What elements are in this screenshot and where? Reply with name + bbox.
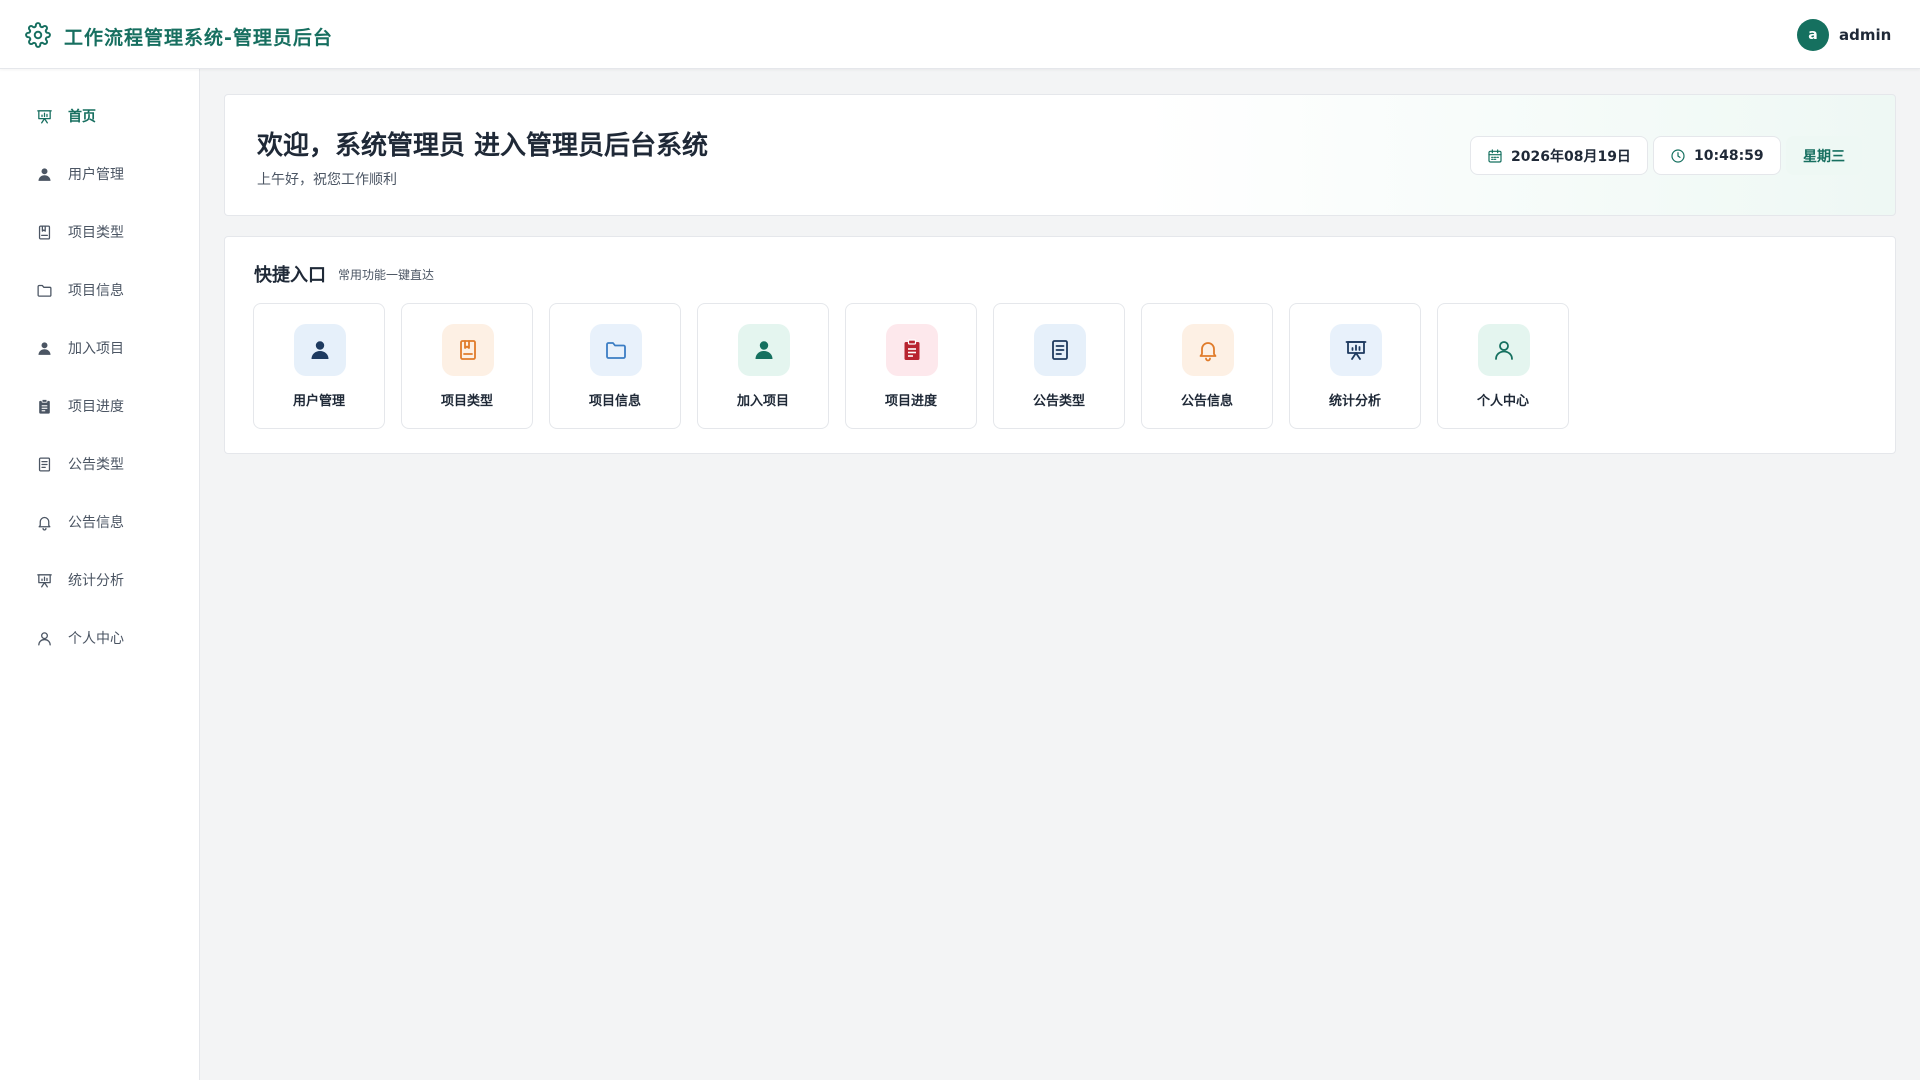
quick-card-5[interactable]: 公告类型	[993, 303, 1125, 429]
sidebar: 首页用户管理项目类型项目信息加入项目项目进度公告类型公告信息统计分析个人中心	[0, 69, 200, 1080]
clipboard-icon	[886, 324, 938, 376]
sidebar-item-4[interactable]: 加入项目	[0, 328, 200, 368]
sidebar-item-label: 加入项目	[68, 341, 124, 357]
quick-card-1[interactable]: 项目类型	[401, 303, 533, 429]
chart-board-icon	[1330, 324, 1382, 376]
welcome-card: 欢迎，系统管理员 进入管理员后台系统 上午好，祝您工作顺利 2026年08月19…	[224, 94, 1896, 216]
sidebar-item-label: 公告类型	[68, 457, 124, 473]
user-icon	[294, 324, 346, 376]
quick-card-label: 用户管理	[292, 394, 345, 409]
quick-card-3[interactable]: 加入项目	[697, 303, 829, 429]
sidebar-item-0[interactable]: 首页	[0, 96, 200, 136]
quick-card-label: 项目信息	[588, 394, 641, 409]
sidebar-item-6[interactable]: 公告类型	[0, 444, 200, 484]
user-icon	[35, 165, 53, 183]
quick-card-label: 公告信息	[1180, 394, 1233, 409]
quick-entry-subtitle: 常用功能一键直达	[338, 268, 435, 282]
chart-board-icon	[35, 571, 53, 589]
quick-card-label: 个人中心	[1476, 394, 1529, 409]
avatar[interactable]: a	[1797, 19, 1829, 51]
sidebar-item-5[interactable]: 项目进度	[0, 386, 200, 426]
app-title: 工作流程管理系统-管理员后台	[64, 27, 333, 49]
quick-card-label: 项目进度	[884, 394, 937, 409]
quick-card-6[interactable]: 公告信息	[1141, 303, 1273, 429]
quick-card-label: 项目类型	[440, 394, 493, 409]
calendar-icon	[1488, 148, 1502, 163]
time-badge: 10:48:59	[1653, 136, 1781, 175]
book-icon	[35, 223, 53, 241]
quick-card-label: 公告类型	[1032, 394, 1085, 409]
quick-card-4[interactable]: 项目进度	[845, 303, 977, 429]
document-icon	[1034, 324, 1086, 376]
quick-entry-panel: 快捷入口 常用功能一键直达 用户管理 项目类型 项目信息 加入项目 项目进度 公告类型 公告…	[224, 236, 1896, 454]
sidebar-item-label: 用户管理	[68, 167, 124, 183]
clock-icon	[1671, 148, 1685, 163]
bell-icon	[35, 513, 53, 531]
document-icon	[35, 455, 53, 473]
sidebar-item-3[interactable]: 项目信息	[0, 270, 200, 310]
folder-icon	[590, 324, 642, 376]
time-text: 10:48:59	[1694, 147, 1764, 164]
welcome-title: 欢迎，系统管理员 进入管理员后台系统	[257, 131, 709, 161]
sidebar-item-label: 项目类型	[68, 225, 124, 241]
bell-icon	[1182, 324, 1234, 376]
sidebar-item-9[interactable]: 个人中心	[0, 618, 200, 658]
quick-card-0[interactable]: 用户管理	[253, 303, 385, 429]
chart-board-icon	[35, 107, 53, 125]
sidebar-item-label: 项目信息	[68, 283, 124, 299]
user-icon	[35, 339, 53, 357]
quick-card-2[interactable]: 项目信息	[549, 303, 681, 429]
sidebar-item-label: 统计分析	[68, 573, 124, 589]
sidebar-item-8[interactable]: 统计分析	[0, 560, 200, 600]
quick-card-7[interactable]: 统计分析	[1289, 303, 1421, 429]
sidebar-item-label: 公告信息	[68, 515, 124, 531]
clipboard-icon	[35, 397, 53, 415]
gear-icon[interactable]	[25, 22, 51, 48]
folder-icon	[35, 281, 53, 299]
quick-card-label: 统计分析	[1328, 394, 1381, 409]
quick-entry-title: 快捷入口	[254, 265, 326, 286]
date-badge: 2026年08月19日	[1470, 136, 1648, 175]
quick-card-label: 加入项目	[736, 394, 789, 409]
user-icon	[738, 324, 790, 376]
sidebar-item-7[interactable]: 公告信息	[0, 502, 200, 542]
username[interactable]: admin	[1839, 26, 1891, 44]
quick-card-8[interactable]: 个人中心	[1437, 303, 1569, 429]
date-text: 2026年08月19日	[1511, 148, 1631, 165]
welcome-subtitle: 上午好，祝您工作顺利	[257, 172, 397, 188]
user-outline-icon	[1478, 324, 1530, 376]
sidebar-item-label: 项目进度	[68, 399, 124, 415]
sidebar-item-1[interactable]: 用户管理	[0, 154, 200, 194]
sidebar-item-2[interactable]: 项目类型	[0, 212, 200, 252]
sidebar-item-label: 个人中心	[68, 631, 124, 647]
weekday-badge: 星期三	[1786, 136, 1862, 175]
top-header: 工作流程管理系统-管理员后台 a admin	[0, 0, 1920, 69]
book-icon	[442, 324, 494, 376]
user-outline-icon	[35, 629, 53, 647]
sidebar-item-label: 首页	[68, 109, 96, 125]
weekday-text: 星期三	[1803, 148, 1845, 165]
